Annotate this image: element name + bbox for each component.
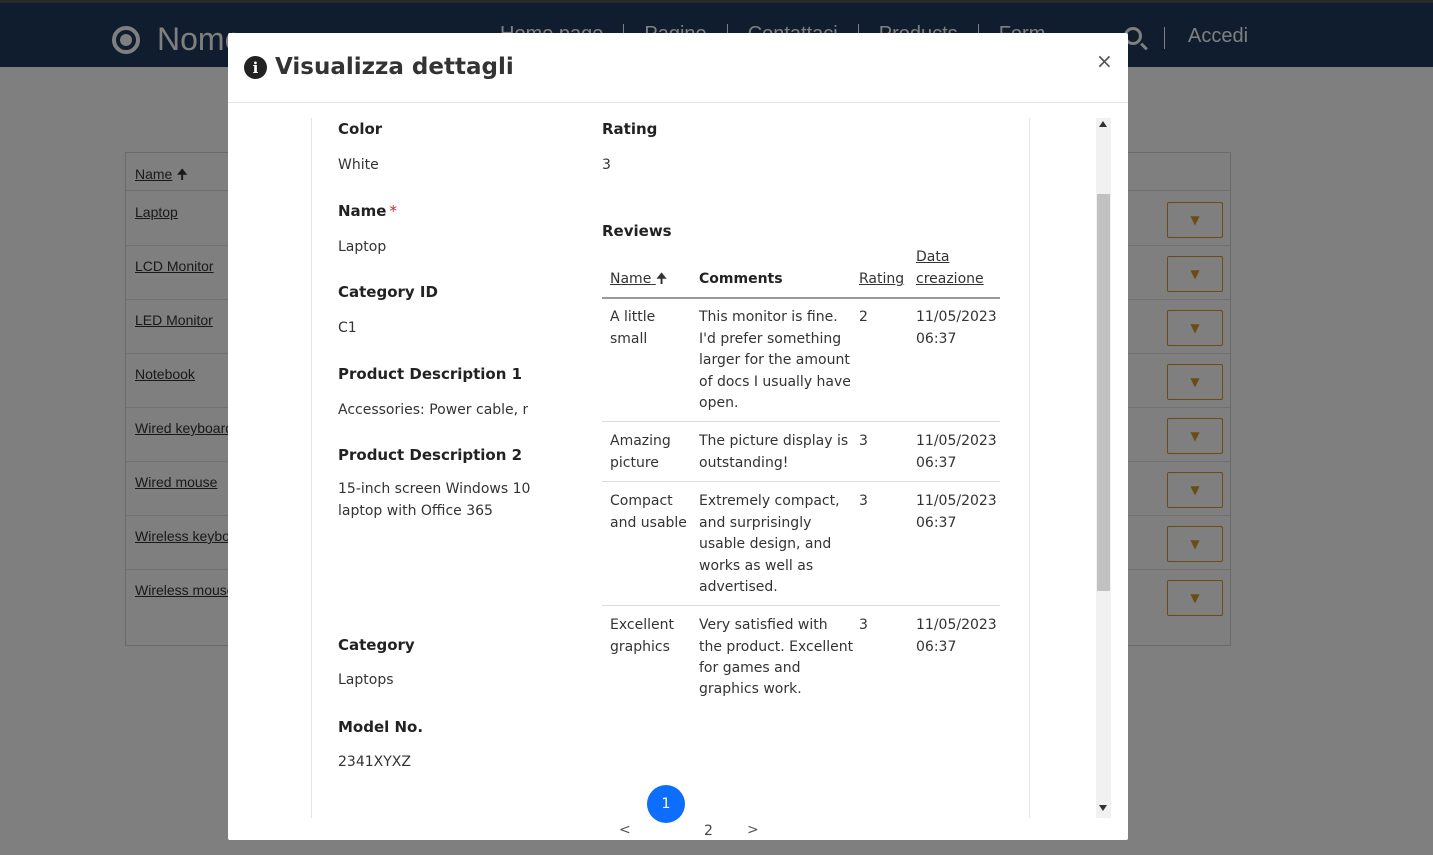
- review-date: 11/05/2023: [916, 493, 997, 509]
- product-description-1-value: Accessories: Power cable, mouse: [338, 402, 528, 418]
- review-comment-line: usable design, and: [699, 536, 832, 552]
- details-dialog: i Visualizza dettagli × Color White Name…: [228, 33, 1128, 840]
- table-header-divider: [602, 297, 1000, 299]
- name-value: Laptop: [338, 239, 387, 255]
- review-comment-line: the product. Excellent: [699, 639, 854, 655]
- category-id-label: Category ID: [338, 283, 438, 301]
- rating-label: Rating: [602, 120, 658, 138]
- review-comment-line: and surprisingly: [699, 515, 812, 531]
- review-time: 06:37: [916, 331, 957, 347]
- reviews-comments-header: Comments: [699, 271, 783, 287]
- review-comment-line: of docs I usually have: [699, 374, 851, 390]
- pager-next-button[interactable]: >: [747, 822, 759, 838]
- color-label: Color: [338, 120, 383, 138]
- review-rating: 3: [859, 493, 868, 509]
- pager-prev-button[interactable]: <: [619, 822, 631, 838]
- model-no-label: Model No.: [338, 718, 424, 736]
- review-comment-line: Very satisfied with: [699, 617, 828, 633]
- review-name-line: picture: [610, 455, 659, 471]
- review-time: 06:37: [916, 639, 957, 655]
- reviews-rating-header[interactable]: Rating: [859, 268, 904, 290]
- review-name-line: Compact: [610, 493, 673, 509]
- review-name-line: and usable: [610, 515, 687, 531]
- name-label-text: Name: [338, 202, 387, 220]
- name-label: Name *: [338, 202, 397, 220]
- review-date: 11/05/2023: [916, 433, 997, 449]
- dialog-title: Visualizza dettagli: [275, 54, 514, 80]
- product-description-2-label: Product Description 2: [338, 446, 523, 464]
- row-divider: [602, 605, 1000, 606]
- reviews-label: Reviews: [602, 222, 672, 240]
- info-icon: i: [244, 56, 267, 79]
- form-border-right: [1029, 118, 1030, 818]
- reviews-name-sort-header[interactable]: Name 🠉: [610, 268, 667, 290]
- required-mark: *: [389, 202, 397, 220]
- reviews-name-header-label: Name: [610, 271, 652, 287]
- dialog-scrollbar[interactable]: [1096, 118, 1111, 818]
- review-time: 06:37: [916, 455, 957, 471]
- review-comment-line: I'd prefer something: [699, 331, 842, 347]
- sort-up-arrow-icon: 🠉: [655, 271, 668, 287]
- review-name-line: graphics: [610, 639, 670, 655]
- category-value: Laptops: [338, 672, 394, 688]
- scrollbar-thumb[interactable]: [1097, 194, 1110, 591]
- rating-value: 3: [602, 157, 611, 173]
- reviews-date-header-line2[interactable]: creazione: [916, 268, 984, 290]
- dialog-body: Color White Name * Laptop Category ID C1 …: [228, 104, 1128, 840]
- reviews-date-header-line1[interactable]: Data: [916, 246, 949, 268]
- dialog-header: i Visualizza dettagli ×: [228, 33, 1128, 103]
- review-comment-line: The picture display is: [699, 433, 849, 449]
- form-border-left: [311, 118, 312, 818]
- review-comment-line: outstanding!: [699, 455, 789, 471]
- review-date: 11/05/2023: [916, 309, 997, 325]
- review-comment-line: Extremely compact,: [699, 493, 840, 509]
- review-rating: 3: [859, 617, 868, 633]
- review-rating: 2: [859, 309, 868, 325]
- review-comment-line: larger for the amount: [699, 352, 850, 368]
- review-name-line: A little: [610, 309, 656, 325]
- scroll-up-arrow-icon[interactable]: [1099, 121, 1107, 127]
- review-comment-line: advertised.: [699, 579, 778, 595]
- review-rating: 3: [859, 433, 868, 449]
- product-description-2-line1: 15-inch screen Windows 10: [338, 481, 531, 497]
- model-no-value: 2341XYXZ: [338, 754, 411, 770]
- review-time: 06:37: [916, 515, 957, 531]
- category-label: Category: [338, 636, 415, 654]
- product-description-1-label: Product Description 1: [338, 365, 523, 383]
- scroll-down-arrow-icon[interactable]: [1099, 805, 1107, 811]
- pager-page-2[interactable]: 2: [704, 823, 713, 839]
- row-divider: [602, 481, 1000, 482]
- row-divider: [602, 421, 1000, 422]
- review-name-line: Amazing: [610, 433, 671, 449]
- review-comment-line: graphics work.: [699, 681, 802, 697]
- review-comment-line: This monitor is fine.: [699, 309, 838, 325]
- category-id-value: C1: [338, 320, 357, 336]
- review-comment-line: for games and: [699, 660, 801, 676]
- product-description-2-line2: laptop with Office 365: [338, 503, 493, 519]
- review-date: 11/05/2023: [916, 617, 997, 633]
- color-value: White: [338, 157, 379, 173]
- close-icon[interactable]: ×: [1096, 49, 1113, 73]
- review-name-line: small: [610, 331, 648, 347]
- review-name-line: Excellent: [610, 617, 674, 633]
- review-comment-line: open.: [699, 395, 739, 411]
- review-comment-line: works as well as: [699, 558, 814, 574]
- pager-page-current[interactable]: 1: [647, 785, 685, 823]
